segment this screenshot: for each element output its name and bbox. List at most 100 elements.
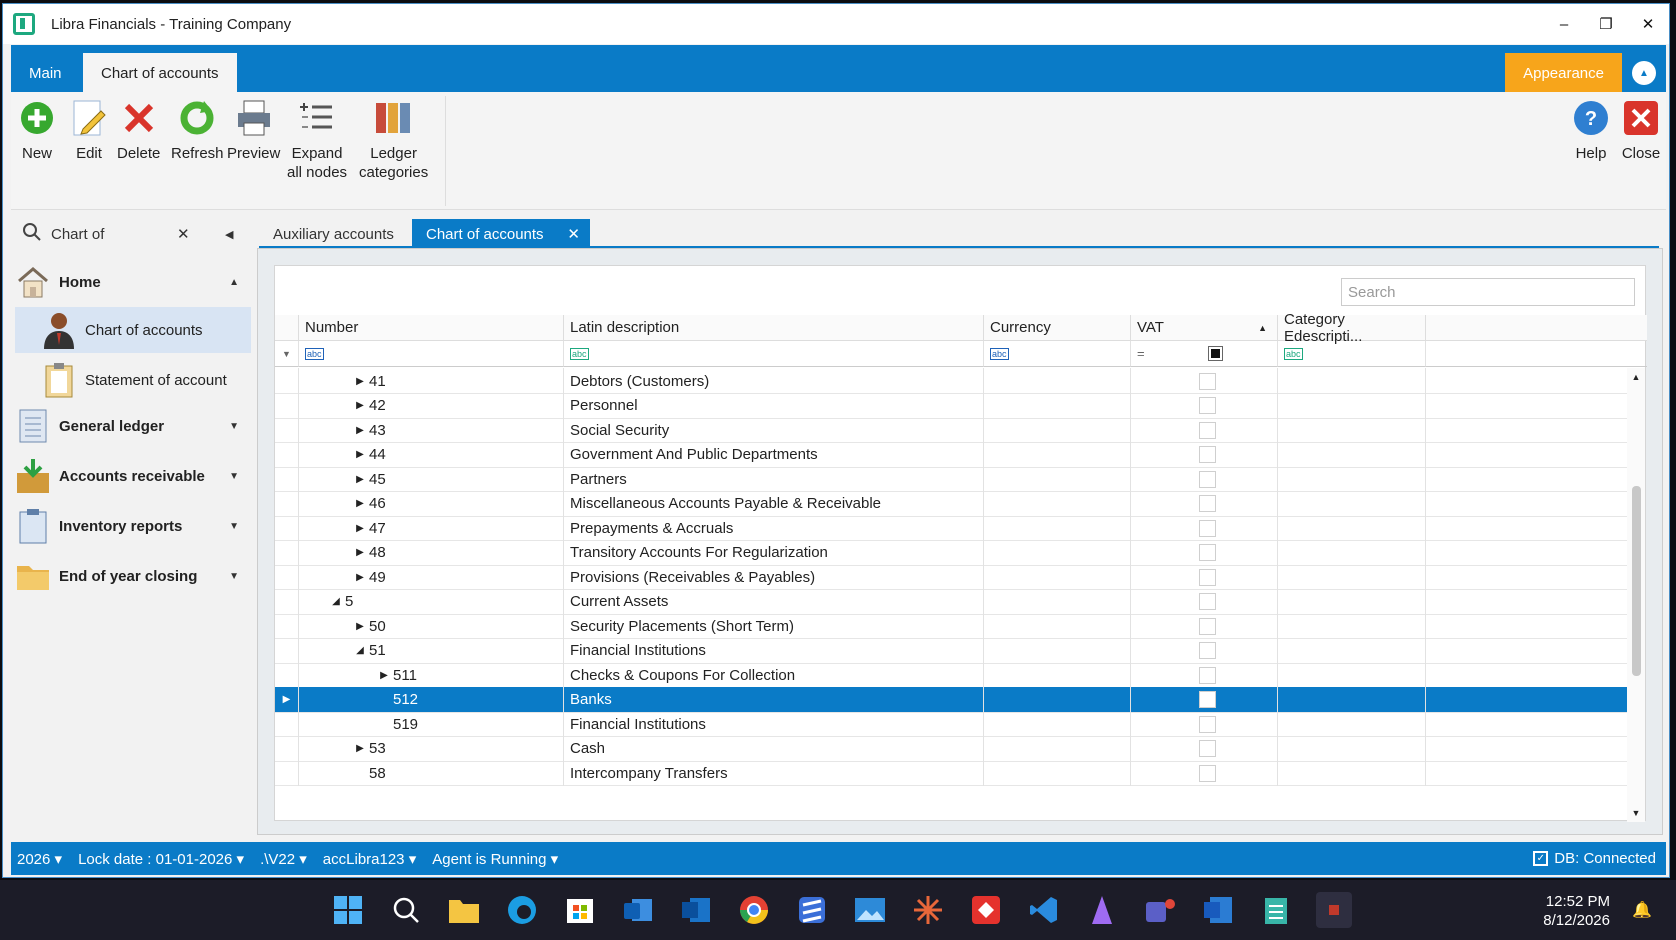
column-header-category[interactable]: Category Edescripti... [1278, 311, 1426, 345]
preview-button[interactable]: Preview [227, 98, 280, 163]
expand-all-button[interactable]: Expand all nodes [287, 98, 347, 182]
table-row[interactable]: 58 Intercompany Transfers [275, 760, 1627, 786]
currency-cell[interactable] [984, 637, 1131, 664]
category-cell[interactable] [1278, 735, 1426, 762]
nav-home[interactable]: Home ▲ [15, 259, 251, 305]
vat-cell[interactable] [1131, 686, 1278, 713]
description-cell[interactable]: Provisions (Receivables & Payables) [564, 564, 984, 590]
vat-cell[interactable] [1131, 711, 1278, 737]
category-cell[interactable] [1278, 613, 1426, 639]
expand-toggle-icon[interactable]: ▶ [351, 743, 369, 754]
vat-cell[interactable] [1131, 588, 1278, 615]
expand-toggle-icon[interactable]: ▶ [351, 400, 369, 411]
description-cell[interactable]: Transitory Accounts For Regularization [564, 539, 984, 566]
expand-toggle-icon[interactable]: ▶ [351, 523, 369, 534]
vat-cell[interactable] [1131, 735, 1278, 762]
vat-checkbox[interactable] [1199, 764, 1216, 782]
lock-date-selector[interactable]: Lock date : 01-01-2026 ▾ [78, 850, 244, 868]
description-cell[interactable]: Security Placements (Short Term) [564, 613, 984, 639]
grid-search-input[interactable]: Search [1341, 278, 1635, 306]
anydesk-icon[interactable] [968, 892, 1004, 928]
spark-app-icon[interactable] [910, 892, 946, 928]
vscode-icon[interactable] [1026, 892, 1062, 928]
nav-statement-of-account[interactable]: Statement of account [15, 357, 251, 403]
category-cell[interactable] [1278, 417, 1426, 443]
expand-toggle-icon[interactable]: ▶ [351, 572, 369, 583]
filter-currency[interactable]: abc [984, 341, 1131, 367]
currency-cell[interactable] [984, 539, 1131, 566]
vat-checkbox[interactable] [1199, 740, 1216, 757]
vat-checkbox[interactable] [1199, 642, 1216, 659]
number-cell[interactable]: ▶ 44 [299, 441, 564, 468]
description-cell[interactable]: Current Assets [564, 588, 984, 615]
description-cell[interactable]: Personnel [564, 392, 984, 419]
number-cell[interactable]: 512 [299, 686, 564, 713]
currency-cell[interactable] [984, 392, 1131, 419]
expand-toggle-icon[interactable]: ◢ [351, 645, 369, 656]
number-cell[interactable]: 58 [299, 760, 564, 786]
table-row[interactable]: ▶ 41 Debtors (Customers) [275, 368, 1627, 394]
vat-cell[interactable] [1131, 392, 1278, 419]
start-icon[interactable] [330, 892, 366, 928]
ledger-categories-button[interactable]: Ledger categories [359, 98, 428, 182]
nav-inventory-reports[interactable]: Inventory reports ▼ [15, 503, 251, 549]
vat-cell[interactable] [1131, 760, 1278, 786]
vat-cell[interactable] [1131, 613, 1278, 639]
close-window-button[interactable]: ✕ [1627, 4, 1669, 44]
category-cell[interactable] [1278, 588, 1426, 615]
currency-cell[interactable] [984, 490, 1131, 517]
vat-checkbox[interactable] [1199, 446, 1216, 463]
nav-search[interactable]: Chart of ✕ ◀ [11, 219, 251, 249]
nav-end-of-year-closing[interactable]: End of year closing ▼ [15, 553, 251, 599]
word-icon[interactable] [1200, 892, 1236, 928]
table-row[interactable]: ▶ 46 Miscellaneous Accounts Payable & Rece… [275, 490, 1627, 517]
teams-icon[interactable] [1142, 892, 1178, 928]
help-button[interactable]: ? Help [1571, 98, 1611, 163]
number-cell[interactable]: ▶ 46 [299, 490, 564, 517]
number-cell[interactable]: ◢ 5 [299, 588, 564, 615]
nav-general-ledger[interactable]: General ledger ▼ [15, 403, 251, 449]
vat-checkbox[interactable] [1199, 397, 1216, 414]
column-header-vat[interactable]: VAT ▲ [1131, 315, 1278, 341]
photos-icon[interactable] [852, 892, 888, 928]
currency-cell[interactable] [984, 686, 1131, 713]
vat-checkbox[interactable] [1199, 691, 1216, 708]
appearance-button[interactable]: Appearance [1505, 53, 1622, 93]
number-cell[interactable]: ▶ 47 [299, 515, 564, 541]
user-selector[interactable]: accLibra123 ▾ [323, 850, 416, 868]
nav-search-text[interactable]: Chart of [51, 226, 104, 243]
category-cell[interactable] [1278, 490, 1426, 517]
number-cell[interactable]: ▶ 50 [299, 613, 564, 639]
restore-button[interactable]: ❐ [1585, 4, 1627, 44]
table-row[interactable]: ▶ 42 Personnel [275, 392, 1627, 419]
category-cell[interactable] [1278, 441, 1426, 468]
category-cell[interactable] [1278, 760, 1426, 786]
number-cell[interactable]: ▶ 49 [299, 564, 564, 590]
expand-toggle-icon[interactable]: ▶ [351, 547, 369, 558]
vat-checkbox[interactable] [1199, 372, 1216, 390]
tab-auxiliary-accounts[interactable]: Auxiliary accounts [259, 219, 408, 249]
currency-cell[interactable] [984, 368, 1131, 394]
year-selector[interactable]: 2026 ▾ [17, 850, 62, 868]
description-cell[interactable]: Intercompany Transfers [564, 760, 984, 786]
number-cell[interactable]: 519 [299, 711, 564, 737]
currency-cell[interactable] [984, 711, 1131, 737]
category-cell[interactable] [1278, 539, 1426, 566]
currency-cell[interactable] [984, 760, 1131, 786]
category-cell[interactable] [1278, 368, 1426, 394]
description-cell[interactable]: Prepayments & Accruals [564, 515, 984, 541]
filter-number[interactable]: abc [299, 341, 564, 367]
edit-button[interactable]: Edit [69, 98, 109, 163]
vat-cell[interactable] [1131, 417, 1278, 443]
vat-cell[interactable] [1131, 637, 1278, 664]
vat-cell[interactable] [1131, 368, 1278, 394]
collapse-ribbon-icon[interactable]: ▲ [1632, 61, 1656, 85]
filter-description[interactable]: abc [564, 341, 984, 367]
vat-cell[interactable] [1131, 441, 1278, 468]
vat-checkbox[interactable] [1199, 568, 1216, 586]
table-row[interactable]: ▶ 47 Prepayments & Accruals [275, 515, 1627, 541]
expand-toggle-icon[interactable]: ▶ [351, 449, 369, 460]
description-cell[interactable]: Banks [564, 686, 984, 713]
delete-button[interactable]: Delete [117, 98, 160, 163]
vat-checkbox[interactable] [1199, 421, 1216, 439]
